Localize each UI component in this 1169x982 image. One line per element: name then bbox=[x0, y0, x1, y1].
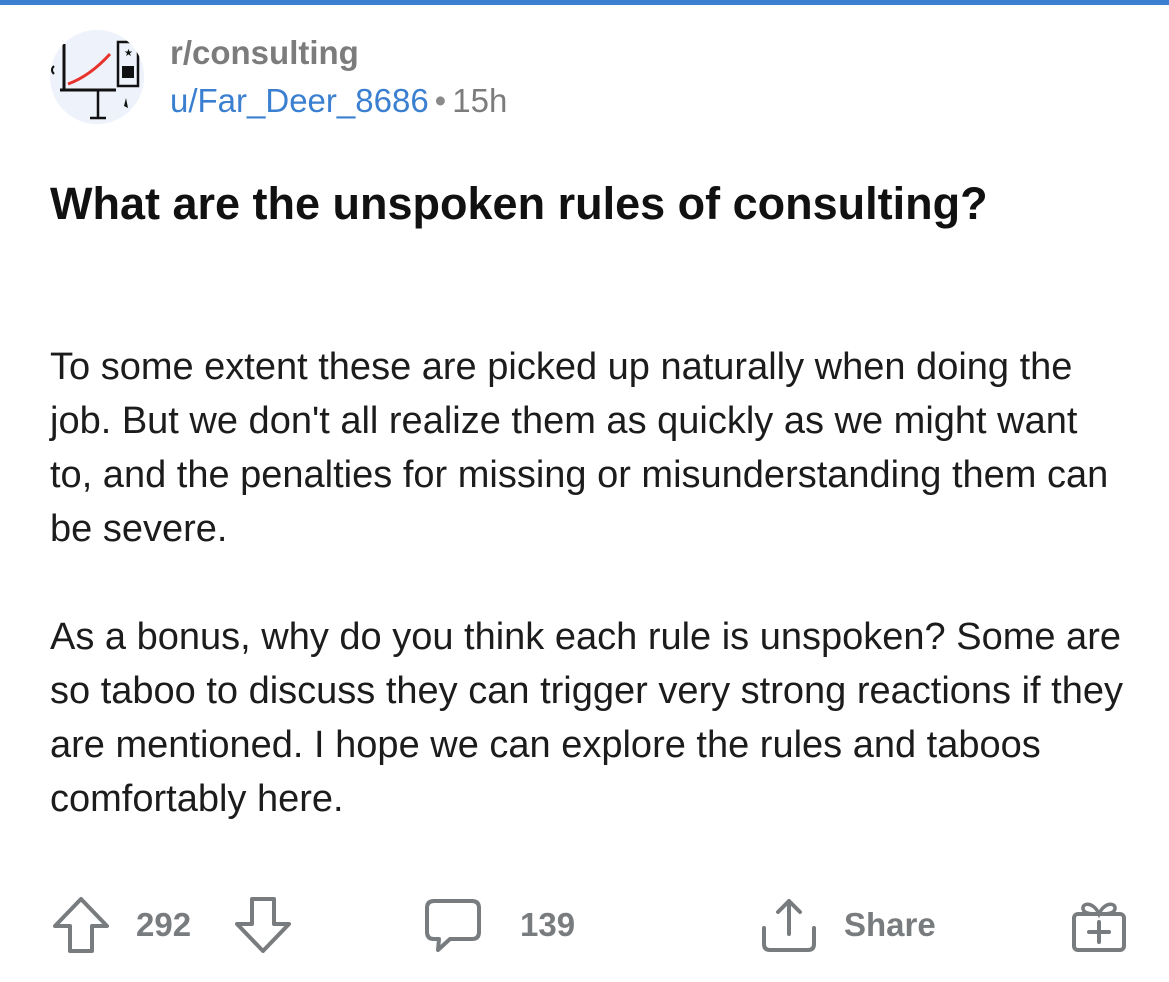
award-button[interactable] bbox=[1068, 890, 1130, 960]
body-paragraph: As a bonus, why do you think each rule i… bbox=[50, 616, 1123, 820]
share-label: Share bbox=[844, 906, 936, 943]
comment-count: 139 bbox=[520, 906, 576, 943]
body-paragraph: To some extent these are picked up natur… bbox=[50, 346, 1109, 550]
post-body: To some extent these are picked up natur… bbox=[50, 340, 1130, 880]
svg-text:★: ★ bbox=[124, 48, 133, 59]
arrow-up-icon bbox=[50, 894, 112, 956]
top-accent-rule bbox=[0, 0, 1169, 5]
meta-separator: • bbox=[434, 82, 447, 119]
comments-button[interactable] bbox=[422, 890, 484, 960]
arrow-down-icon bbox=[232, 894, 294, 956]
share-button[interactable]: Share bbox=[758, 890, 936, 960]
subreddit-avatar[interactable]: ★ bbox=[50, 30, 144, 124]
vote-count: 292 bbox=[136, 906, 192, 943]
post-meta: r/consulting u/Far_Deer_8686 • 15h bbox=[170, 33, 507, 121]
upvote-button[interactable] bbox=[50, 890, 112, 960]
comment-count-label[interactable]: 139 bbox=[520, 890, 575, 960]
subreddit-name[interactable]: r/consulting bbox=[170, 33, 507, 73]
post-action-bar: 292 139 Share bbox=[0, 890, 1169, 960]
author-username[interactable]: u/Far_Deer_8686 bbox=[170, 82, 429, 119]
post-title: What are the unspoken rules of consultin… bbox=[50, 178, 988, 229]
downvote-button[interactable] bbox=[232, 890, 294, 960]
vote-score: 292 bbox=[136, 890, 191, 960]
share-tray-icon bbox=[758, 894, 820, 956]
speech-bubble-icon bbox=[422, 894, 484, 956]
author-row: u/Far_Deer_8686 • 15h bbox=[170, 81, 507, 121]
subreddit-logo: ★ bbox=[50, 30, 144, 124]
gift-box-icon bbox=[1068, 894, 1130, 956]
post-age: 15h bbox=[452, 82, 508, 119]
